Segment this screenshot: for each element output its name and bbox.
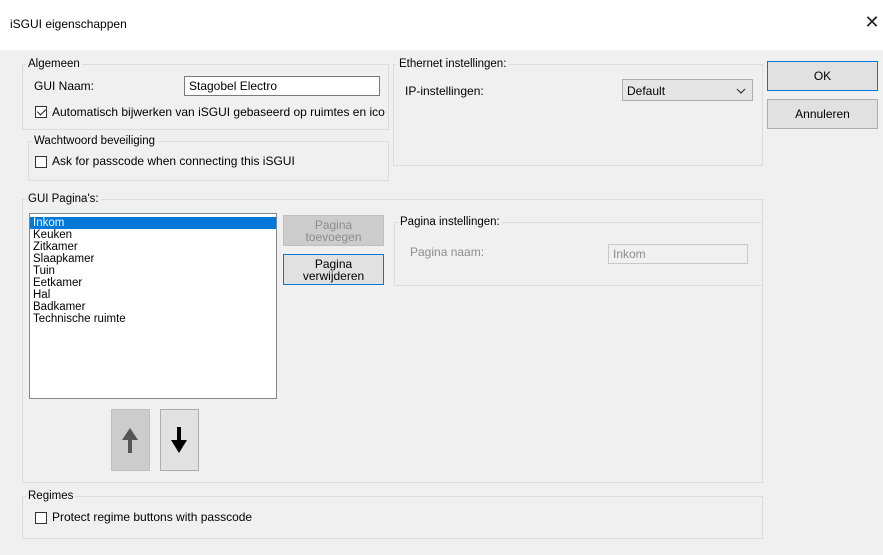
page-name-label: Pagina naam: bbox=[410, 245, 485, 259]
passcode-label: Ask for passcode when connecting this iS… bbox=[52, 154, 295, 168]
chevron-down-icon bbox=[736, 88, 746, 94]
wachtwoord-legend: Wachtwoord beveiliging bbox=[34, 135, 156, 147]
list-item[interactable]: Technische ruimte bbox=[30, 313, 276, 325]
remove-page-label-line2: verwijderen bbox=[302, 269, 365, 283]
list-item[interactable]: Inkom bbox=[30, 217, 276, 229]
auto-update-label: Automatisch bijwerken van iSGUI gebaseer… bbox=[52, 105, 385, 119]
list-item[interactable]: Slaapkamer bbox=[30, 253, 276, 265]
auto-update-checkbox[interactable] bbox=[35, 106, 47, 118]
close-icon[interactable]: ✕ bbox=[862, 12, 882, 32]
gui-pages-legend: GUI Pagina's: bbox=[28, 193, 99, 205]
protect-regime-label: Protect regime buttons with passcode bbox=[52, 510, 253, 524]
page-settings-legend: Pagina instellingen: bbox=[400, 216, 500, 228]
add-page-label-line2: toevoegen bbox=[305, 230, 362, 244]
list-item[interactable]: Badkamer bbox=[30, 301, 276, 313]
list-item[interactable]: Keuken bbox=[30, 229, 276, 241]
ip-settings-select[interactable]: Default bbox=[622, 79, 753, 101]
ip-settings-label: IP-instellingen: bbox=[405, 84, 484, 98]
remove-page-button[interactable]: Pagina verwijderen bbox=[283, 254, 384, 285]
gui-naam-input[interactable]: Stagobel Electro bbox=[184, 76, 380, 96]
protect-regime-checkbox[interactable] bbox=[35, 512, 47, 524]
list-item[interactable]: Zitkamer bbox=[30, 241, 276, 253]
cancel-button[interactable]: Annuleren bbox=[767, 99, 878, 129]
arrow-up-icon bbox=[122, 428, 138, 453]
ip-settings-value: Default bbox=[627, 84, 666, 98]
ethernet-group: Ethernet instellingen: bbox=[393, 58, 763, 166]
list-item[interactable]: Tuin bbox=[30, 265, 276, 277]
regimes-legend: Regimes bbox=[28, 490, 74, 502]
arrow-down-icon bbox=[171, 427, 187, 453]
algemeen-legend: Algemeen bbox=[28, 58, 80, 70]
checkmark-icon bbox=[36, 106, 47, 116]
title-bar: iSGUI eigenschappen ✕ bbox=[0, 0, 883, 50]
add-page-button[interactable]: Pagina toevoegen bbox=[283, 215, 384, 246]
list-item[interactable]: Hal bbox=[30, 289, 276, 301]
list-item[interactable]: Eetkamer bbox=[30, 277, 276, 289]
pages-listbox[interactable]: Inkom Keuken Zitkamer Slaapkamer Tuin Ee… bbox=[29, 213, 277, 399]
page-name-input[interactable]: Inkom bbox=[608, 244, 748, 264]
passcode-checkbox[interactable] bbox=[35, 156, 47, 168]
ethernet-legend: Ethernet instellingen: bbox=[399, 58, 507, 70]
ok-button[interactable]: OK bbox=[767, 61, 878, 91]
window-title: iSGUI eigenschappen bbox=[10, 17, 127, 31]
move-down-button[interactable] bbox=[160, 409, 199, 471]
gui-naam-label: GUI Naam: bbox=[34, 79, 95, 93]
move-up-button[interactable] bbox=[111, 409, 150, 471]
